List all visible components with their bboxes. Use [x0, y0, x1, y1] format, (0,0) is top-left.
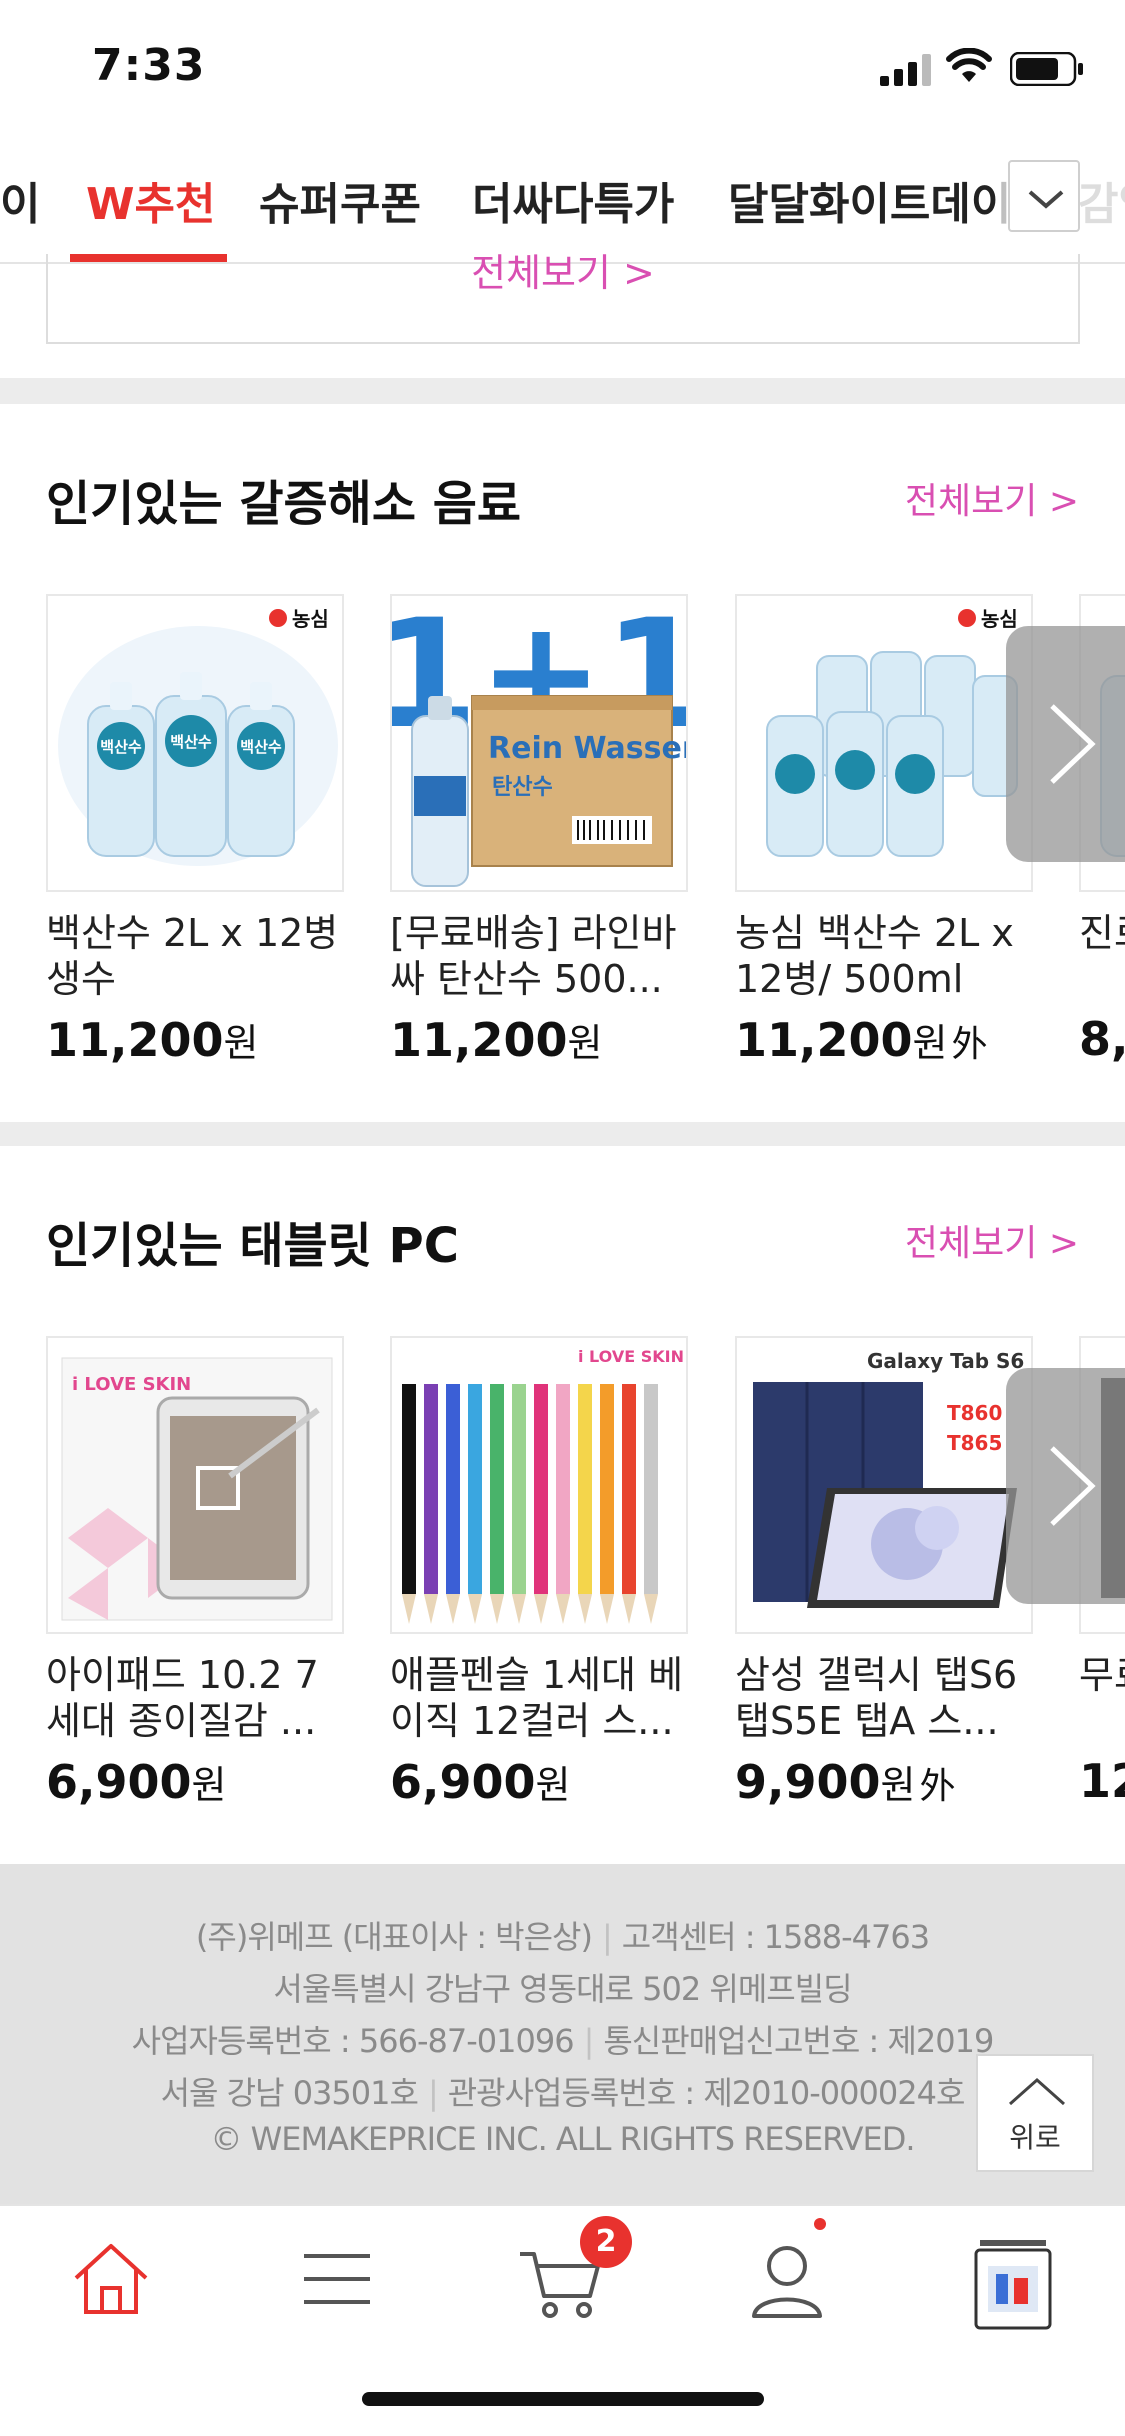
footer-license-line: 서울 강남 03501호 | 관광사업등록번호 : 제2010-000024호 — [160, 2074, 966, 2112]
previous-section-more-box[interactable]: 전체보기 > — [46, 251, 1080, 344]
rein-wasser-text: Rein Wasser — [488, 731, 688, 766]
product-image: Galaxy Tab S6 T860 T865 — [735, 1336, 1033, 1634]
footer-address-line: 서울특별시 강남구 영동대로 502 위메프빌딩 — [273, 1970, 852, 2008]
nav-home[interactable] — [66, 2234, 156, 2328]
product-price: 9,900원 外 — [735, 1755, 956, 1809]
user-icon — [752, 2246, 822, 2318]
product-price: 6,900원 — [390, 1755, 571, 1809]
nav-menu[interactable] — [292, 2234, 382, 2328]
view-all-link[interactable]: 전체보기 > — [905, 472, 1079, 524]
chevron-up-icon — [1009, 2077, 1065, 2106]
wifi-icon — [946, 48, 992, 82]
product-name: 삼성 갤럭시 탭S6 탭S5E 탭A 스... — [735, 1653, 1018, 1743]
product-price: 11,200원 外 — [735, 1013, 988, 1067]
view-all-link[interactable]: 전체보기 > — [905, 1214, 1079, 1266]
tab-w-recommend[interactable]: W추천 — [86, 168, 216, 232]
view-all-link[interactable]: 전체보기 > — [48, 242, 1078, 297]
brand-logo: i LOVE SKIN — [72, 1374, 191, 1395]
product-image: 1+1 Rein Wasser 탄산수 — [390, 594, 688, 892]
section-title: 인기있는 갈증해소 음료 — [46, 476, 522, 532]
label-text: 백산수 — [240, 738, 282, 756]
brand-logo: i LOVE SKIN — [578, 1347, 684, 1366]
model-code: T865 — [947, 1431, 1002, 1455]
chevron-right-icon — [1050, 1446, 1096, 1526]
page: 7:33 이 W추천 슈퍼쿠폰 더싸다특가 달달화이트데이 감암 — [0, 0, 1125, 2436]
product-name: 아이패드 10.2 7세대 종이질감 ... — [46, 1653, 319, 1743]
carousel-next-button[interactable] — [1006, 1368, 1125, 1604]
menu-icon — [304, 2254, 370, 2304]
tab-super-coupon[interactable]: 슈퍼쿠폰 — [259, 168, 421, 232]
product-name: 농심 백산수 2L x 12병/ 500ml x... — [735, 911, 1014, 1001]
status-time: 7:33 — [92, 40, 206, 91]
chevron-right-icon — [1050, 704, 1096, 784]
footer-registration-line: 사업자등록번호 : 566-87-01096 | 통신판매업신고번호 : 제2019 — [131, 2022, 995, 2060]
scroll-to-top-label: 위로 — [1009, 2121, 1061, 2154]
battery-icon — [1010, 52, 1083, 86]
product-image: 농심 — [735, 594, 1033, 892]
tansansu-text: 탄산수 — [492, 775, 553, 800]
previous-section: 전체보기 > — [0, 251, 1125, 378]
product-name: [무료배송] 라인바싸 탄산수 500... — [390, 911, 677, 1001]
cellular-signal-icon — [880, 54, 931, 86]
footer-company-line: (주)위메프 (대표이사 : 박은상) | 고객센터 : 1588-4763 — [195, 1918, 930, 1956]
product-image: i LOVE SKIN — [46, 1336, 344, 1634]
label-text: 백산수 — [170, 733, 212, 751]
carousel-next-button[interactable] — [1006, 626, 1125, 862]
product-price: 11,200원 — [46, 1013, 259, 1067]
recent-viewed-icon — [974, 2240, 1052, 2330]
product-name: 애플펜슬 1세대 베이직 12컬러 스... — [390, 1653, 684, 1743]
product-name: 백산수 2L x 12병 생수 — [46, 911, 339, 1001]
expand-tabs-button[interactable] — [1008, 160, 1080, 232]
product-price: 12 — [1079, 1754, 1125, 1808]
footer-copyright: © WEMAKEPRICE INC. ALL RIGHTS RESERVED. — [210, 2120, 915, 2158]
scroll-to-top-button[interactable]: 위로 — [976, 2054, 1094, 2172]
product-price: 6,900원 — [46, 1755, 227, 1809]
tab-prev[interactable]: 이 — [0, 168, 40, 232]
notification-dot — [814, 2218, 826, 2230]
nav-recent-viewed[interactable] — [968, 2234, 1058, 2338]
tab-white-day[interactable]: 달달화이트데이 — [728, 168, 1011, 232]
home-indicator — [362, 2392, 764, 2406]
tab-cheaper-deal[interactable]: 더싸다특가 — [472, 168, 674, 232]
section-title: 인기있는 태블릿 PC — [46, 1218, 459, 1274]
nav-my-page[interactable] — [742, 2234, 832, 2328]
nongshim-logo: 농심 — [292, 607, 329, 631]
product-price: 8, — [1079, 1012, 1125, 1066]
model-title: Galaxy Tab S6 — [867, 1349, 1024, 1373]
footer: (주)위메프 (대표이사 : 박은상) | 고객센터 : 1588-4763 서울특… — [0, 1864, 1125, 2204]
label-text: 백산수 — [100, 738, 142, 756]
home-icon — [74, 2244, 148, 2314]
chevron-down-icon — [1028, 190, 1064, 209]
model-code: T860 — [947, 1401, 1002, 1425]
product-name: 무료 탭A — [1079, 1653, 1125, 1697]
product-image: 농심 백산수 백산수 백산수 — [46, 594, 344, 892]
status-bar: 7:33 — [0, 0, 1125, 132]
section-drinks: 인기있는 갈증해소 음료 전체보기 > 농심 백산수 백산수 백산수 백산수 2… — [0, 404, 1125, 1122]
product-name: 진로 0m — [1079, 911, 1125, 955]
cart-count-badge: 2 — [580, 2216, 632, 2268]
section-tablet-pc: 인기있는 태블릿 PC 전체보기 > i LOVE SKIN 아이패드 10.2… — [0, 1146, 1125, 1864]
product-price: 11,200원 — [390, 1013, 603, 1067]
tab-next-partial[interactable]: 감암 — [1078, 168, 1125, 232]
product-image: i LOVE SKIN — [390, 1336, 688, 1634]
